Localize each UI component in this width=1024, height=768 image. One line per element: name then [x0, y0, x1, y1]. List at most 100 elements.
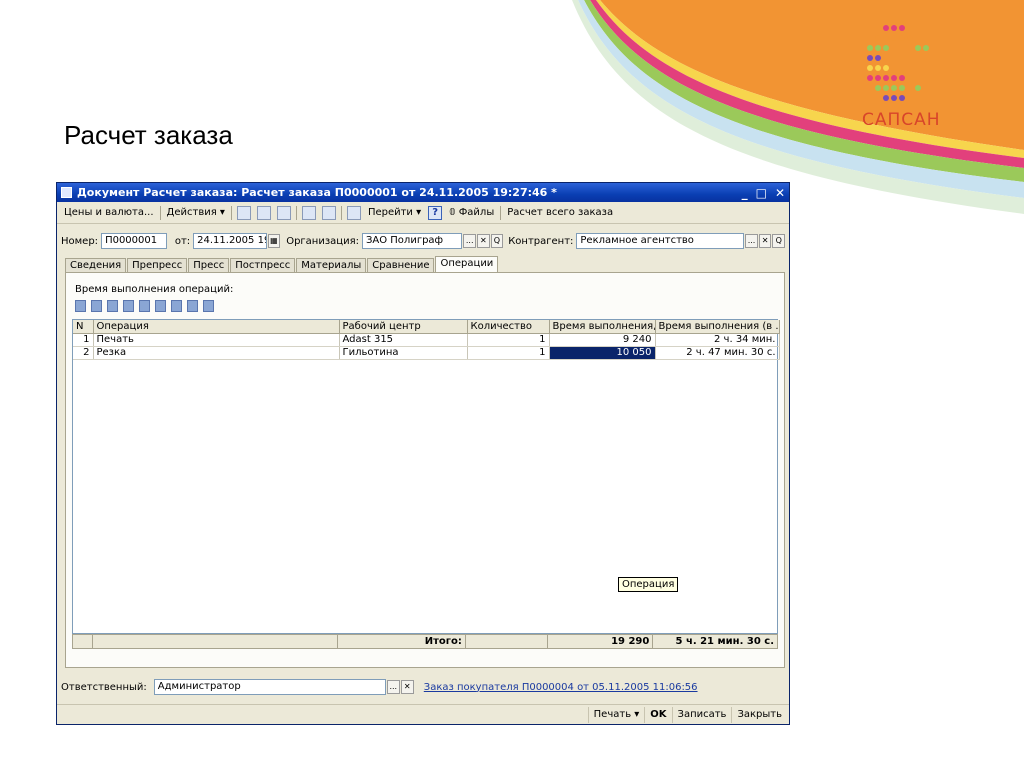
grid-toolbar [75, 300, 219, 312]
minimize-button[interactable]: _ [742, 186, 748, 200]
clear-icon[interactable] [321, 205, 336, 220]
cell-operation[interactable]: Печать [93, 333, 340, 347]
delete-row-icon[interactable] [123, 300, 134, 312]
print-menu[interactable]: Печать ▾ [587, 706, 645, 723]
totals-spacer [466, 635, 548, 648]
col-header-n[interactable]: N [73, 320, 94, 334]
table-row[interactable]: 2 Резка Гильотина 1 10 050 2 ч. 47 мин. … [73, 346, 780, 360]
window-title: Документ Расчет заказа: Расчет заказа П0… [77, 186, 557, 199]
col-header-time-formatted[interactable]: Время выполнения (в ... [655, 320, 780, 334]
tab-comparison[interactable]: Сравнение [367, 258, 435, 272]
totals-spacer [93, 635, 339, 648]
move-up-icon[interactable] [155, 300, 166, 312]
calendar-icon[interactable]: ▦ [267, 234, 281, 248]
cell-n[interactable]: 2 [73, 346, 94, 360]
totals-spacer [73, 635, 93, 648]
tab-info[interactable]: Сведения [65, 258, 127, 272]
totals-row: Итого: 19 290 5 ч. 21 мин. 30 с. [72, 634, 778, 649]
move-down-icon[interactable] [171, 300, 182, 312]
close-window-button[interactable]: ✕ [775, 186, 785, 200]
organization-field[interactable]: ЗАО Полиграф [361, 233, 463, 249]
toolbar-separator [230, 205, 232, 220]
sort-asc-icon[interactable] [187, 300, 198, 312]
tab-press[interactable]: Пресс [188, 258, 230, 272]
cell-time-formatted[interactable]: 2 ч. 47 мин. 30 с. [655, 346, 780, 360]
org-select-button[interactable]: ... [463, 234, 477, 248]
toolbar-separator [295, 205, 297, 220]
sort-desc-icon[interactable] [203, 300, 214, 312]
help-icon[interactable]: ? [428, 205, 443, 220]
ok-button[interactable]: OK [644, 706, 671, 723]
close-button[interactable]: Закрыть [731, 706, 787, 723]
cell-quantity[interactable]: 1 [467, 346, 550, 360]
contractor-label: Контрагент: [508, 235, 574, 247]
contractor-search-icon[interactable]: Q [772, 234, 786, 248]
refresh-icon[interactable] [276, 205, 291, 220]
copy-row-icon[interactable] [91, 300, 102, 312]
back-arrow-icon[interactable] [236, 205, 251, 220]
logo-text: САПСАН [862, 110, 941, 130]
save-button[interactable]: Записать [671, 706, 732, 723]
header-fields: Номер: П0000001 от: 24.11.2005 19:2 ▦ Ор… [61, 232, 786, 250]
bottom-bar: Печать ▾ OK Записать Закрыть [57, 704, 789, 724]
contractor-field[interactable]: Рекламное агентство [576, 233, 745, 249]
cell-quantity[interactable]: 1 [467, 333, 550, 347]
window-titlebar[interactable]: Документ Расчет заказа: Расчет заказа П0… [57, 183, 789, 202]
tab-postpress[interactable]: Постпресс [230, 258, 296, 272]
tab-materials[interactable]: Материалы [296, 258, 367, 272]
cell-time-formatted[interactable]: 2 ч. 34 мин. [655, 333, 780, 347]
based-on-icon[interactable] [346, 205, 361, 220]
maximize-button[interactable]: □ [756, 186, 767, 200]
toolbar-separator [159, 205, 161, 220]
org-label: Организация: [286, 235, 359, 247]
fill-icon[interactable] [301, 205, 316, 220]
prices-button[interactable]: Цены и валюта... [60, 207, 158, 218]
number-field[interactable]: П0000001 [101, 233, 167, 249]
date-label: от: [174, 235, 191, 247]
cell-workcenter[interactable]: Гильотина [339, 346, 468, 360]
document-window: Документ Расчет заказа: Расчет заказа П0… [56, 182, 790, 725]
cell-workcenter[interactable]: Adast 315 [339, 333, 468, 347]
table-row[interactable]: 1 Печать Adast 315 1 9 240 2 ч. 34 мин. [73, 333, 780, 347]
actions-menu[interactable]: Действия ▾ [163, 207, 229, 218]
edit-row-icon[interactable] [107, 300, 118, 312]
operations-panel: Время выполнения операций: N Операция Ра… [65, 272, 785, 668]
responsible-clear-icon[interactable]: ✕ [400, 680, 414, 694]
goto-menu[interactable]: Перейти ▾ [364, 207, 425, 218]
col-header-time-seconds[interactable]: Время выполнения, с. [549, 320, 656, 334]
operations-table: N Операция Рабочий центр Количество Врем… [72, 319, 780, 634]
responsible-select-button[interactable]: ... [386, 680, 400, 694]
add-row-icon[interactable] [75, 300, 86, 312]
cell-time-seconds[interactable]: 9 240 [549, 333, 656, 347]
number-label: Номер: [61, 235, 99, 247]
toolbar: Цены и валюта... Действия ▾ Перейти ▾ ? … [57, 202, 789, 224]
tab-prepress[interactable]: Препресс [127, 258, 188, 272]
calc-all-button[interactable]: Расчет всего заказа [503, 207, 617, 218]
org-search-icon[interactable]: Q [490, 234, 504, 248]
contractor-select-button[interactable]: ... [745, 234, 758, 248]
toolbar-separator [340, 205, 342, 220]
col-header-workcenter[interactable]: Рабочий центр [339, 320, 468, 334]
files-label: Файлы [458, 207, 495, 218]
date-field[interactable]: 24.11.2005 19:2 [193, 233, 267, 249]
cell-n[interactable]: 1 [73, 333, 94, 347]
end-edit-icon[interactable] [139, 300, 150, 312]
cell-time-seconds-selected[interactable]: 10 050 [549, 346, 656, 360]
tab-operations[interactable]: Операции [435, 256, 499, 272]
post-document-icon[interactable] [256, 205, 271, 220]
cell-operation[interactable]: Резка [93, 346, 340, 360]
totals-time: 5 ч. 21 мин. 30 с. [675, 636, 774, 647]
responsible-row: Ответственный: Администратор ... ✕ Заказ… [61, 679, 785, 695]
col-header-quantity[interactable]: Количество [467, 320, 550, 334]
contractor-clear-icon[interactable]: ✕ [758, 234, 772, 248]
totals-seconds: 19 290 [548, 635, 654, 648]
toolbar-separator [500, 205, 502, 220]
org-clear-icon[interactable]: ✕ [477, 234, 490, 248]
col-header-operation[interactable]: Операция [93, 320, 340, 334]
files-button[interactable]: 𝟘 Файлы [445, 207, 498, 218]
section-label: Время выполнения операций: [75, 284, 234, 295]
responsible-field[interactable]: Администратор [153, 679, 386, 695]
slide-title: Расчет заказа [64, 120, 233, 150]
table-header-row: N Операция Рабочий центр Количество Врем… [73, 320, 780, 334]
customer-order-link[interactable]: Заказ покупателя П0000004 от 05.11.2005 … [424, 682, 698, 693]
